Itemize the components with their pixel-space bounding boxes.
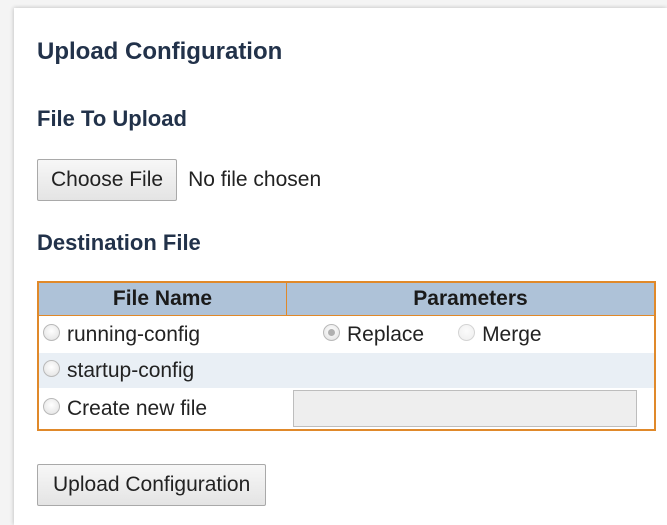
- running-config-label: running-config: [67, 322, 201, 346]
- create-new-file-label: Create new file: [67, 396, 208, 420]
- merge-radio[interactable]: [458, 324, 476, 341]
- create-new-file-radio[interactable]: [43, 398, 60, 416]
- table-row-running-config: running-config Replace Merge: [38, 316, 655, 354]
- parameters-cell: Replace Merge: [287, 316, 656, 354]
- page-title: Upload Configuration: [37, 38, 283, 65]
- file-to-upload-heading: File To Upload: [37, 106, 187, 131]
- table-row-startup-config: startup-config: [38, 353, 655, 388]
- table-header-row: File Name Parameters: [37, 281, 656, 316]
- running-config-radio[interactable]: [43, 324, 60, 342]
- upload-config-panel: Upload Configuration File To Upload Choo…: [14, 8, 667, 525]
- startup-config-radio[interactable]: [43, 360, 60, 378]
- file-chooser: Choose File No file chosen: [37, 158, 321, 202]
- file-status-text: No file chosen: [188, 168, 322, 191]
- choose-file-button[interactable]: Choose File: [37, 159, 178, 201]
- merge-label: Merge: [482, 322, 542, 346]
- create-new-file-cell: Create new file: [38, 388, 287, 430]
- startup-config-cell: startup-config: [38, 353, 287, 388]
- column-header-file-name: File Name: [37, 281, 287, 316]
- column-header-parameters: Parameters: [286, 281, 656, 316]
- running-config-cell: running-config: [38, 316, 287, 354]
- destination-file-heading: Destination File: [37, 230, 201, 255]
- new-file-name-input[interactable]: [293, 390, 637, 427]
- new-file-name-cell: [287, 388, 656, 430]
- startup-config-params-cell: [286, 353, 655, 388]
- upload-configuration-button[interactable]: Upload Configuration: [37, 464, 267, 506]
- replace-label: Replace: [347, 322, 425, 346]
- destination-file-table: File Name Parameters running-config Repl…: [37, 281, 656, 431]
- startup-config-label: startup-config: [67, 358, 195, 382]
- replace-radio[interactable]: [323, 324, 340, 341]
- table-row-create-new-file: Create new file: [38, 388, 655, 430]
